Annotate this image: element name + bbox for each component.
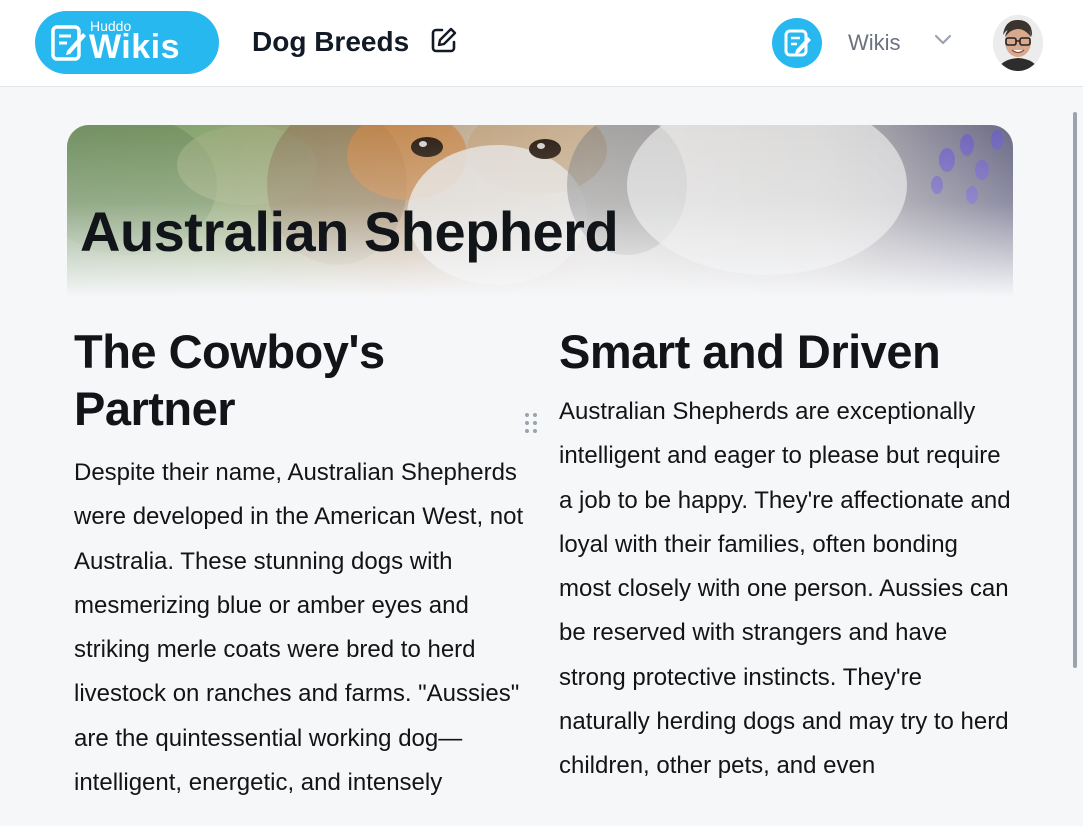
content-column-right: Smart and Driven Australian Shepherds ar… <box>559 323 1019 789</box>
wikis-app-button[interactable] <box>772 18 822 68</box>
page-title: Australian Shepherd <box>80 200 619 263</box>
user-avatar[interactable] <box>993 15 1043 71</box>
logo-document-icon <box>51 25 86 61</box>
avatar-image <box>993 15 1043 71</box>
content-column-left: The Cowboy's Partner Despite their name,… <box>74 323 534 805</box>
section-body: Despite their name, Australian Shepherds… <box>74 459 524 797</box>
top-bar: Huddo Wikis Dog Breeds Wikis <box>0 0 1083 87</box>
huddo-wikis-logo[interactable]: Huddo Wikis <box>35 11 219 74</box>
section-heading: The Cowboy's Partner <box>74 325 385 435</box>
logo-big-text: Wikis <box>89 28 181 66</box>
wikis-app-icon <box>784 29 811 57</box>
section-heading: Smart and Driven <box>559 325 941 378</box>
page-scrollbar[interactable] <box>1073 112 1077 668</box>
wiki-title[interactable]: Dog Breeds <box>252 26 409 58</box>
wikis-menu-label[interactable]: Wikis <box>848 30 901 56</box>
chevron-down-icon[interactable] <box>934 34 952 46</box>
section-body: Australian Shepherds are exceptionally i… <box>559 398 1011 780</box>
edit-icon[interactable] <box>430 26 458 54</box>
